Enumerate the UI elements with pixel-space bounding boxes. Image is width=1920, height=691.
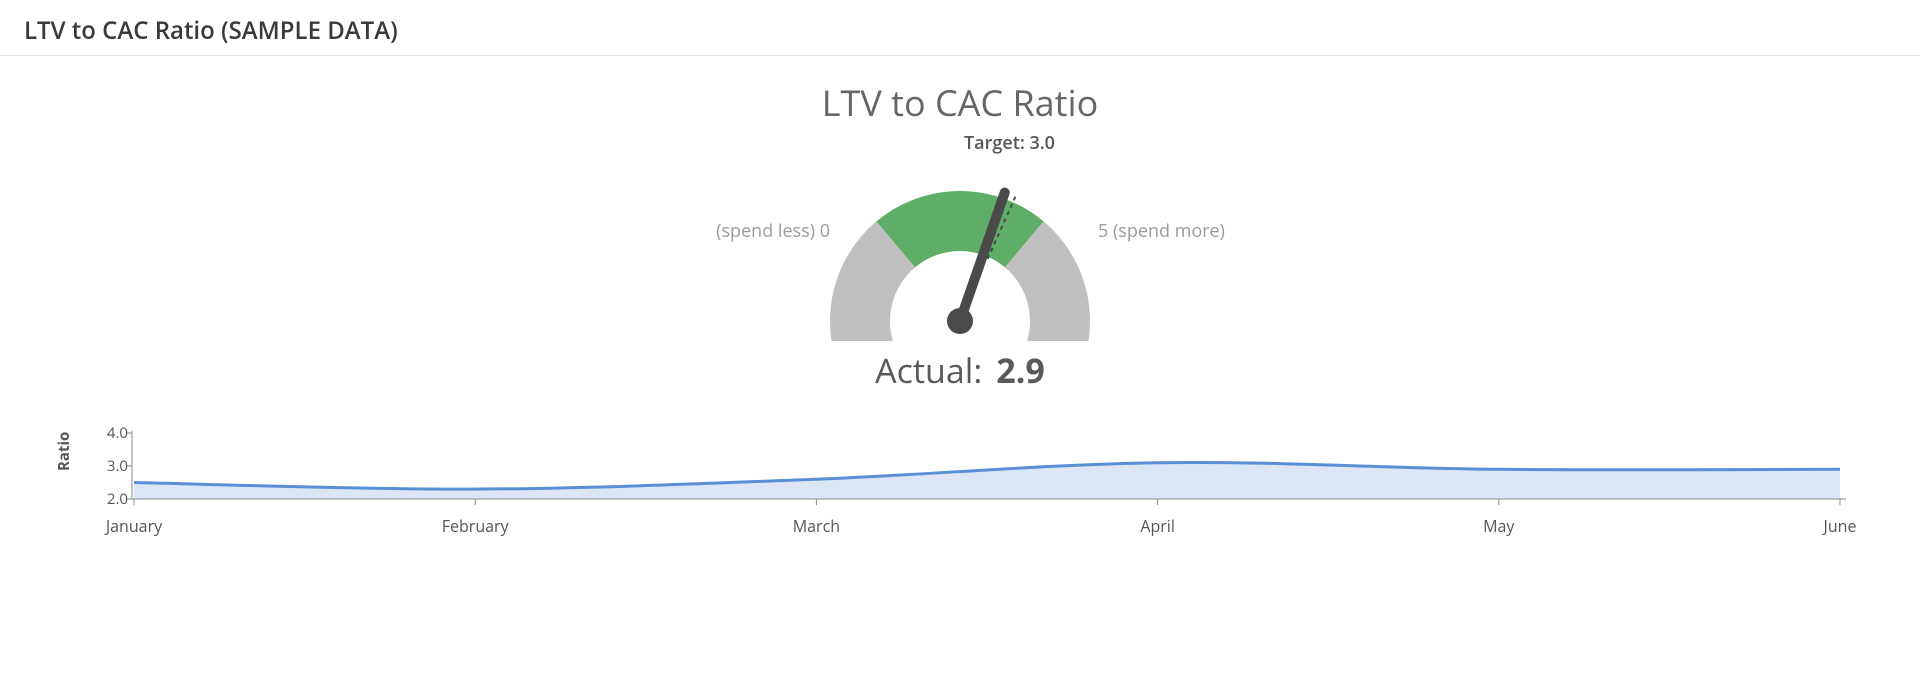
trend-x-labels: JanuaryFebruaryMarchAprilMayJune	[134, 513, 1850, 537]
gauge-target-label: Target: 3.0	[964, 131, 1055, 155]
trend-x-tick: May	[1483, 515, 1514, 537]
trend-x-tick: February	[442, 515, 509, 537]
trend-x-tick: April	[1140, 515, 1175, 537]
trend-y-axis-title: Ratio	[54, 432, 74, 471]
trend-x-tick: January	[106, 515, 162, 537]
gauge-actual-value: 2.9	[996, 347, 1045, 393]
trend-x-tick: March	[793, 515, 840, 537]
gauge-chart: Target: 3.0 (spend less) 0 5 (spend more…	[700, 131, 1220, 341]
trend-x-tick: June	[1824, 515, 1857, 537]
trend-chart: Ratio 4.03.02.0 JanuaryFebruaryMarchApri…	[70, 427, 1850, 537]
gauge-actual-label: Actual:	[875, 347, 982, 393]
trend-y-labels: 4.03.02.0	[98, 427, 128, 499]
trend-y-tick: 3.0	[107, 456, 128, 476]
page-title: LTV to CAC Ratio (SAMPLE DATA)	[24, 14, 398, 47]
gauge-min-label: (spend less) 0	[716, 219, 830, 243]
main-content: LTV to CAC Ratio Target: 3.0 (spend less…	[0, 56, 1920, 537]
gauge-actual-row: Actual: 2.9	[875, 347, 1045, 393]
trend-svg	[70, 427, 1850, 513]
trend-y-tick: 2.0	[107, 489, 128, 509]
gauge-max-label: 5 (spend more)	[1098, 219, 1225, 243]
gauge-title: LTV to CAC Ratio	[822, 78, 1099, 127]
page-header: LTV to CAC Ratio (SAMPLE DATA)	[0, 0, 1920, 56]
trend-y-tick: 4.0	[107, 423, 128, 443]
